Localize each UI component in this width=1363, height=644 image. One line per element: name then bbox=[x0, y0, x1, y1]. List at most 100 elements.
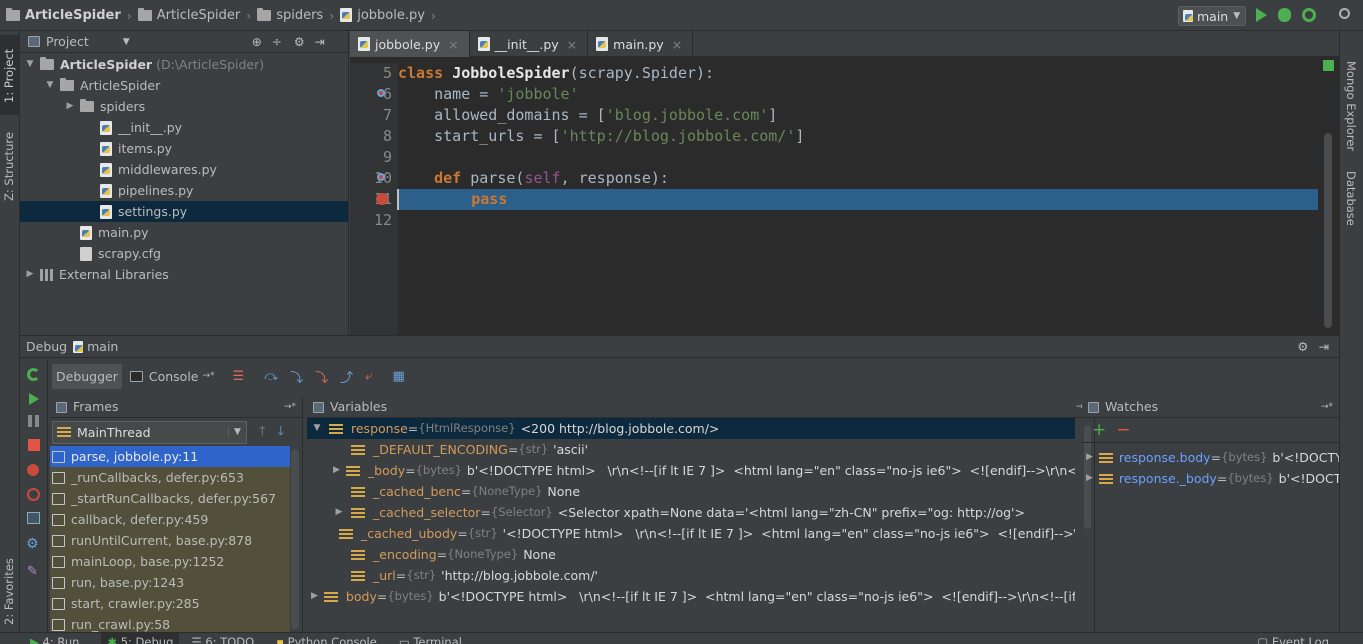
previous-frame-icon[interactable]: 🡑 bbox=[259, 422, 266, 443]
tree-item[interactable]: ▶ spiders bbox=[20, 96, 348, 117]
tool-window-structure[interactable]: Z: Structure bbox=[0, 123, 20, 203]
watch-row[interactable]: ▶ response._body = {bytes} b'<!DOCT bbox=[1082, 468, 1339, 489]
tool-window-terminal[interactable]: ▭ Terminal bbox=[399, 633, 462, 644]
variable-row[interactable]: ▶ _body = {bytes} b'<!DOCTYPE html> \r\n<!… bbox=[307, 460, 1075, 481]
expand-arrow-icon[interactable]: ▼ bbox=[44, 75, 56, 96]
tree-item[interactable]: pipelines.py bbox=[20, 180, 348, 201]
code-area[interactable]: class JobboleSpider(scrapy.Spider): name… bbox=[397, 63, 1319, 231]
stack-frame[interactable]: mainLoop, base.py:1252 bbox=[50, 551, 290, 572]
code-line[interactable]: class JobboleSpider(scrapy.Spider): bbox=[398, 63, 1319, 84]
search-icon[interactable] bbox=[1339, 8, 1350, 19]
expand-arrow-icon[interactable]: ▶ bbox=[24, 264, 36, 285]
breakpoint-icon[interactable] bbox=[376, 193, 388, 205]
close-icon[interactable]: × bbox=[448, 37, 458, 52]
tool-window-todo[interactable]: ☰ 6: TODO bbox=[191, 633, 254, 644]
tool-window-favorites[interactable]: 2: Favorites bbox=[0, 541, 20, 627]
tree-item[interactable]: ▼ ArticleSpider bbox=[20, 75, 348, 96]
expand-arrow-icon[interactable]: ▶ bbox=[333, 502, 345, 523]
variable-row[interactable]: _url = {str}'http://blog.jobbole.com/' bbox=[307, 565, 1075, 586]
settings-icon[interactable]: ⚙ bbox=[26, 536, 39, 552]
expand-arrow-icon[interactable]: ▼ bbox=[311, 418, 323, 439]
resume-icon[interactable] bbox=[29, 393, 39, 405]
tool-window-run[interactable]: ▶ 4: Run bbox=[30, 633, 79, 644]
debug-config-tab[interactable]: main bbox=[87, 336, 118, 358]
show-execution-point-icon[interactable]: ☰ bbox=[233, 369, 245, 384]
evaluate-expression-icon[interactable]: ▦ bbox=[392, 369, 404, 384]
stack-frame[interactable]: parse, jobbole.py:11 bbox=[50, 446, 290, 467]
step-over-icon[interactable]: ⤼ bbox=[264, 369, 278, 384]
hide-icon[interactable]: ⇥ bbox=[315, 31, 325, 53]
code-line[interactable] bbox=[398, 147, 1319, 168]
tool-window-python-console[interactable]: ▪ Python Console bbox=[276, 633, 377, 644]
step-into-icon[interactable]: ⤵ bbox=[290, 367, 303, 386]
variable-row[interactable]: ▼ response = {HtmlResponse} <200 http://bl… bbox=[307, 418, 1075, 439]
frames-scrollbar[interactable] bbox=[291, 449, 299, 629]
step-into-my-code-icon[interactable]: ⤵ bbox=[315, 367, 328, 386]
variable-row[interactable]: _cached_benc = {NoneType} None bbox=[307, 481, 1075, 502]
expand-arrow-icon[interactable]: ▼ bbox=[24, 54, 36, 75]
restore-layout-icon[interactable] bbox=[27, 512, 40, 524]
project-view-select[interactable]: Project bbox=[46, 31, 89, 53]
pin-icon[interactable]: ✎ bbox=[27, 564, 38, 579]
chevron-down-icon[interactable]: ▼ bbox=[123, 31, 130, 53]
code-line[interactable]: name = 'jobbole' bbox=[398, 84, 1319, 105]
variable-row[interactable]: _cached_ubody = {str} '<!DOCTYPE html> \r… bbox=[307, 523, 1075, 544]
collapse-icon[interactable]: ÷ bbox=[272, 31, 282, 53]
breadcrumb-project[interactable]: ArticleSpider bbox=[25, 8, 121, 23]
close-icon[interactable]: × bbox=[672, 37, 682, 52]
code-line[interactable] bbox=[398, 210, 1319, 231]
code-line[interactable]: start_urls = ['http://blog.jobbole.com/'… bbox=[398, 126, 1319, 147]
breadcrumb-subfolder[interactable]: spiders bbox=[276, 8, 323, 23]
editor-tab[interactable]: main.py × bbox=[588, 31, 694, 57]
expand-arrow-icon[interactable]: ▶ bbox=[311, 586, 318, 607]
override-marker-icon[interactable] bbox=[377, 173, 385, 181]
variable-row[interactable]: ▶ body = {bytes} b'<!DOCTYPE html> \r\n<!-… bbox=[307, 586, 1075, 607]
step-out-icon[interactable]: ⤴ bbox=[340, 367, 353, 386]
expand-arrow-icon[interactable]: ▶ bbox=[64, 96, 76, 117]
tool-window-event-log[interactable]: ▢ Event Log bbox=[1257, 633, 1329, 644]
tree-item[interactable]: settings.py bbox=[20, 201, 348, 222]
gear-icon[interactable]: ⚙ bbox=[1297, 336, 1308, 358]
stack-frame[interactable]: _runCallbacks, defer.py:653 bbox=[50, 467, 290, 488]
expand-arrow-icon[interactable]: ▶ bbox=[1086, 447, 1093, 468]
run-icon[interactable] bbox=[1256, 8, 1267, 22]
stack-frame[interactable]: runUntilCurrent, base.py:878 bbox=[50, 530, 290, 551]
breadcrumb-file[interactable]: jobbole.py bbox=[357, 8, 425, 23]
sync-icon[interactable]: ⊕ bbox=[252, 31, 262, 53]
editor-tab[interactable]: jobbole.py × bbox=[350, 31, 470, 57]
run-configuration-select[interactable]: main ▼ bbox=[1178, 6, 1246, 26]
thread-select[interactable]: MainThread ▼ bbox=[52, 420, 247, 444]
expand-arrow-icon[interactable]: ▶ bbox=[333, 460, 340, 481]
code-line[interactable]: def parse(self, response): bbox=[398, 168, 1319, 189]
mute-breakpoints-icon[interactable] bbox=[27, 488, 40, 501]
remove-watch-icon[interactable]: − bbox=[1116, 420, 1130, 440]
view-breakpoints-icon[interactable] bbox=[27, 464, 39, 476]
variable-row[interactable]: _encoding = {NoneType} None bbox=[307, 544, 1075, 565]
tool-window-mongo-explorer[interactable]: Mongo Explorer bbox=[1340, 57, 1363, 161]
tab-debugger[interactable]: Debugger bbox=[52, 364, 122, 389]
tree-item[interactable]: __init__.py bbox=[20, 117, 348, 138]
tree-item[interactable]: items.py bbox=[20, 138, 348, 159]
variable-row[interactable]: _DEFAULT_ENCODING = {str}'ascii' bbox=[307, 439, 1075, 460]
stack-frame[interactable]: start, crawler.py:285 bbox=[50, 593, 290, 614]
pin-icon[interactable]: →* bbox=[1321, 396, 1333, 418]
override-marker-icon[interactable] bbox=[377, 89, 385, 97]
breadcrumb-folder[interactable]: ArticleSpider bbox=[157, 8, 240, 23]
variable-row[interactable]: ▶ _cached_selector = {Selector} <Selector … bbox=[307, 502, 1075, 523]
next-frame-icon[interactable]: 🡓 bbox=[278, 422, 285, 443]
pause-icon[interactable] bbox=[28, 415, 39, 427]
stack-frame[interactable]: run, base.py:1243 bbox=[50, 572, 290, 593]
tree-item[interactable]: ▶ External Libraries bbox=[20, 264, 348, 285]
expand-arrow-icon[interactable]: ▶ bbox=[1086, 468, 1093, 489]
gear-icon[interactable]: ⚙ bbox=[294, 31, 305, 53]
close-icon[interactable]: × bbox=[567, 37, 577, 52]
debug-bug-icon[interactable] bbox=[1278, 8, 1291, 22]
tool-window-project[interactable]: 1: Project bbox=[0, 35, 20, 115]
code-line[interactable]: pass bbox=[397, 189, 1319, 210]
stack-frame[interactable]: run_crawl.py:58 bbox=[50, 614, 290, 633]
coverage-icon[interactable] bbox=[1302, 8, 1316, 22]
code-line[interactable]: allowed_domains = ['blog.jobbole.com'] bbox=[398, 105, 1319, 126]
rerun-icon[interactable] bbox=[27, 368, 40, 381]
tool-window-debug[interactable]: ✱ 5: Debug bbox=[101, 633, 180, 644]
stack-frame[interactable]: _startRunCallbacks, defer.py:567 bbox=[50, 488, 290, 509]
